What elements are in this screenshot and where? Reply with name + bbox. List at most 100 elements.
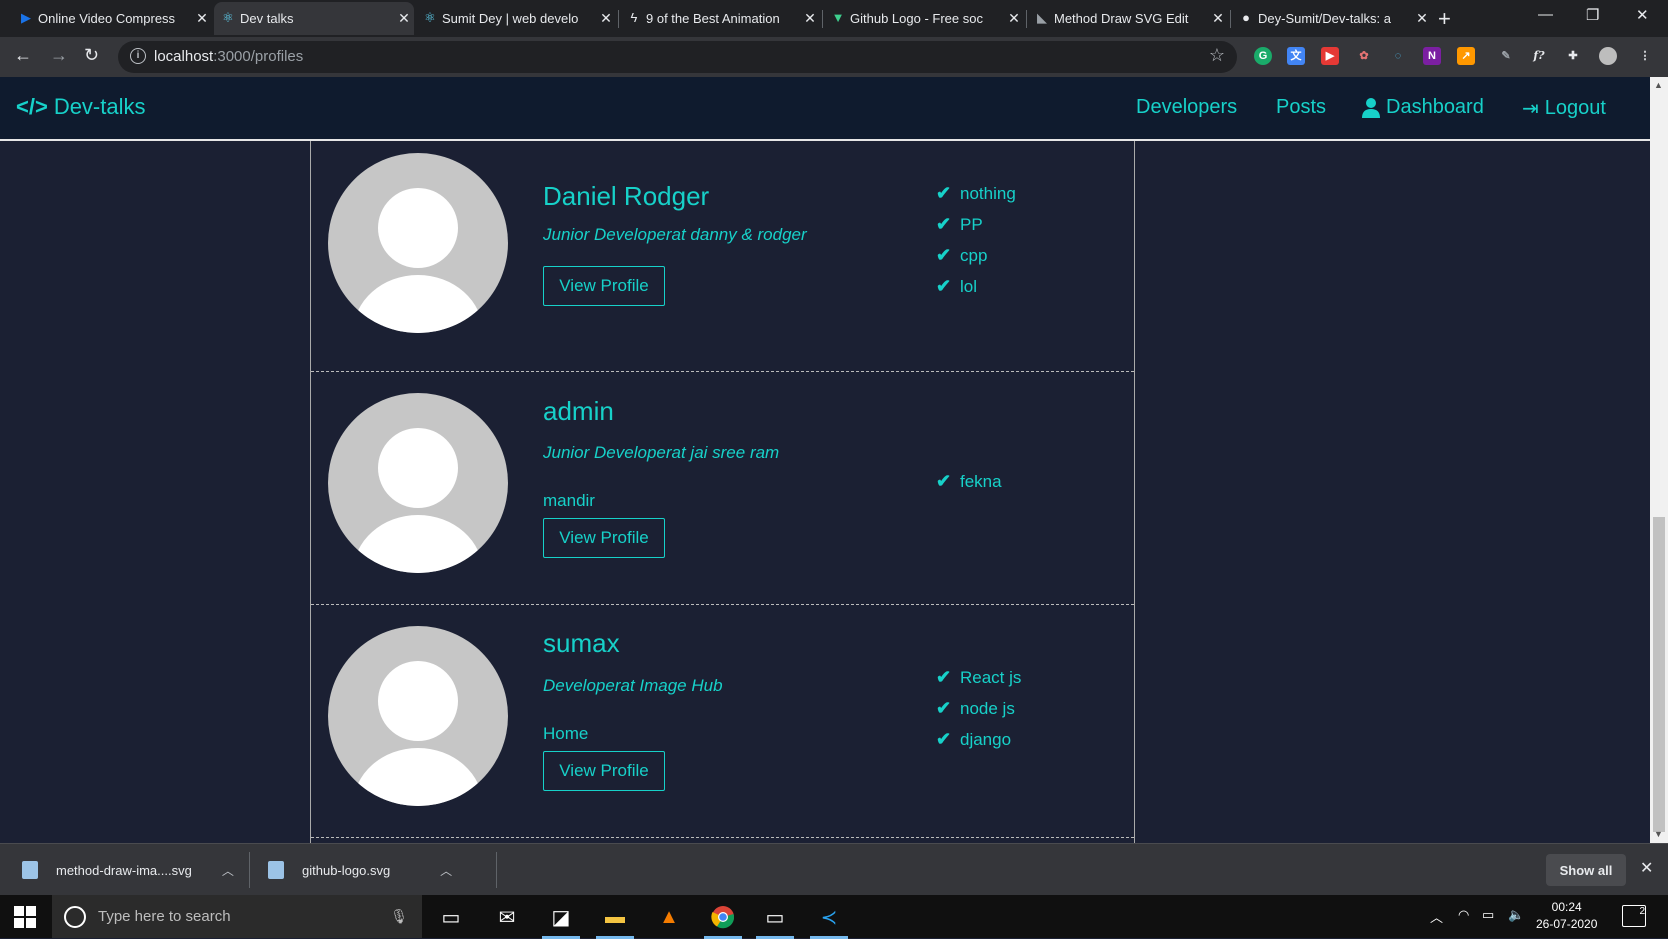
puzzle-extensions-icon[interactable]: ✚ bbox=[1564, 47, 1582, 65]
reload-icon[interactable]: ↻ bbox=[84, 45, 99, 66]
tab-github-logo[interactable]: ▼ Github Logo - Free soc ✕ bbox=[824, 2, 1024, 35]
close-tab-icon[interactable]: ✕ bbox=[1208, 10, 1228, 27]
scroll-down-arrow-icon[interactable]: ▼ bbox=[1654, 829, 1663, 839]
close-tab-icon[interactable]: ✕ bbox=[1004, 10, 1024, 27]
default-user-avatar-icon bbox=[353, 661, 483, 806]
skill-item: ✔ React js bbox=[936, 662, 1021, 693]
scrollbar-thumb[interactable] bbox=[1653, 517, 1665, 832]
nav-logout[interactable]: ⇥ Logout bbox=[1522, 96, 1606, 121]
browser-menu-icon[interactable]: ⋮ bbox=[1636, 47, 1654, 65]
tab-video-compressor[interactable]: ▶ Online Video Compress ✕ bbox=[12, 2, 212, 35]
avatar bbox=[328, 626, 508, 806]
url-host: localhost bbox=[154, 48, 214, 65]
video-extension-icon[interactable]: ▶ bbox=[1321, 47, 1339, 65]
skills-list: ✔ nothing ✔ PP ✔ cpp ✔ lol bbox=[936, 178, 1016, 302]
nav-posts[interactable]: Posts bbox=[1276, 96, 1326, 119]
url-text[interactable]: localhost:3000/profiles bbox=[154, 48, 303, 65]
address-bar[interactable]: i localhost:3000/profiles ☆ bbox=[118, 41, 1237, 73]
download-item[interactable]: github-logo.svg ︿ bbox=[268, 844, 452, 896]
profile-avatar-icon[interactable] bbox=[1599, 47, 1617, 65]
spinner-extension-icon[interactable]: ◌ bbox=[1389, 47, 1407, 65]
clock-date: 26-07-2020 bbox=[1536, 917, 1598, 931]
scroll-up-arrow-icon[interactable]: ▲ bbox=[1654, 80, 1663, 90]
file-explorer-icon[interactable]: ▬ bbox=[592, 901, 638, 939]
tab-method-draw[interactable]: ◣ Method Draw SVG Edit ✕ bbox=[1028, 2, 1228, 35]
close-tab-icon[interactable]: ✕ bbox=[800, 10, 820, 27]
close-tab-icon[interactable]: ✕ bbox=[596, 10, 616, 27]
onenote-extension-icon[interactable]: N bbox=[1423, 47, 1441, 65]
windows-start-icon[interactable] bbox=[14, 906, 36, 928]
terminal-icon[interactable]: ▭ bbox=[752, 901, 798, 939]
function-extension-icon[interactable]: f? bbox=[1530, 47, 1548, 65]
pen-extension-icon[interactable]: ✎ bbox=[1497, 47, 1515, 65]
translate-extension-icon[interactable]: 文 bbox=[1287, 47, 1305, 65]
default-user-avatar-icon bbox=[353, 428, 483, 573]
tray-chevron-icon[interactable]: ︿ bbox=[1430, 907, 1443, 926]
forward-arrow-icon[interactable]: → bbox=[50, 45, 68, 66]
bolt-icon: ϟ bbox=[630, 10, 638, 25]
profile-status: Developerat Image Hub bbox=[543, 676, 723, 695]
skill-label: React js bbox=[960, 667, 1022, 687]
profiles-page: Daniel Rodger Junior Developerat danny &… bbox=[0, 141, 1650, 843]
skill-item: ✔ nothing bbox=[936, 178, 1016, 209]
tab-separator bbox=[1026, 10, 1027, 28]
grammarly-extension-icon[interactable]: G bbox=[1254, 47, 1272, 65]
view-profile-button[interactable]: View Profile bbox=[543, 518, 665, 558]
profiles-list: Daniel Rodger Junior Developerat danny &… bbox=[310, 141, 1135, 843]
search-placeholder: Type here to search bbox=[98, 908, 231, 925]
skill-item: ✔ cpp bbox=[936, 240, 1016, 271]
volume-icon[interactable]: 🔈 bbox=[1508, 907, 1524, 923]
back-arrow-icon[interactable]: ← bbox=[14, 45, 32, 66]
tab-dev-talks[interactable]: ⚛ Dev talks ✕ bbox=[214, 2, 414, 35]
window-close-icon[interactable]: ✕ bbox=[1636, 6, 1649, 24]
close-tab-icon[interactable]: ✕ bbox=[394, 10, 414, 27]
check-icon: ✔ bbox=[936, 276, 952, 296]
battery-icon[interactable]: ▭ bbox=[1482, 907, 1494, 923]
nav-dashboard-label: Dashboard bbox=[1386, 96, 1484, 118]
close-downloads-icon[interactable]: ✕ bbox=[1640, 858, 1653, 878]
nav-dashboard[interactable]: Dashboard bbox=[1362, 96, 1484, 119]
react-icon: ⚛ bbox=[424, 10, 436, 25]
task-view-icon[interactable]: ▭ bbox=[428, 901, 474, 933]
skill-item: ✔ PP bbox=[936, 209, 1016, 240]
tab-best-animation[interactable]: ϟ 9 of the Best Animation ✕ bbox=[620, 2, 820, 35]
notification-center-icon[interactable]: 2 bbox=[1622, 905, 1646, 927]
wifi-icon[interactable]: ◠ bbox=[1458, 907, 1469, 923]
brand-link[interactable]: </> Dev-talks bbox=[16, 94, 146, 120]
taskbar-search[interactable]: Type here to search 🎙 bbox=[52, 895, 422, 938]
download-filename: method-draw-ima....svg bbox=[56, 862, 192, 878]
chart-extension-icon[interactable]: ↗ bbox=[1457, 47, 1475, 65]
mail-icon[interactable]: ✉ bbox=[484, 901, 530, 933]
new-tab-plus-icon[interactable]: + bbox=[1438, 6, 1451, 32]
close-tab-icon[interactable]: ✕ bbox=[1412, 10, 1432, 27]
bookmark-star-icon[interactable]: ☆ bbox=[1209, 45, 1225, 66]
skill-item: ✔ node js bbox=[936, 693, 1021, 724]
ladybug-extension-icon[interactable]: ✿ bbox=[1355, 47, 1373, 65]
tab-sumit-dey[interactable]: ⚛ Sumit Dey | web develo ✕ bbox=[416, 2, 616, 35]
nav-developers[interactable]: Developers bbox=[1136, 96, 1237, 119]
view-profile-button[interactable]: View Profile bbox=[543, 751, 665, 791]
vlc-icon[interactable]: ▲ bbox=[646, 901, 692, 933]
method-draw-icon: ◣ bbox=[1037, 10, 1047, 25]
vector-icon: ▼ bbox=[831, 10, 845, 25]
minimize-icon[interactable]: — bbox=[1538, 6, 1553, 23]
chrome-icon[interactable] bbox=[700, 901, 746, 939]
show-all-button[interactable]: Show all bbox=[1546, 854, 1626, 886]
download-item[interactable]: method-draw-ima....svg ︿ bbox=[22, 844, 234, 896]
page-scrollbar[interactable]: ▲ ▼ bbox=[1650, 77, 1668, 843]
check-icon: ✔ bbox=[936, 698, 952, 718]
chrome-logo-icon bbox=[711, 906, 735, 929]
site-info-icon[interactable]: i bbox=[130, 48, 146, 64]
vscode-icon[interactable]: ≺ bbox=[806, 901, 852, 939]
tab-dev-talks-github[interactable]: ● Dey-Sumit/Dev-talks: a ✕ bbox=[1232, 2, 1432, 35]
chevron-up-icon[interactable]: ︿ bbox=[222, 862, 234, 879]
restore-icon[interactable]: ❐ bbox=[1586, 6, 1599, 24]
url-path: :3000/profiles bbox=[213, 48, 304, 65]
microphone-icon[interactable]: 🎙 bbox=[390, 908, 408, 925]
system-clock[interactable]: 00:24 26-07-2020 bbox=[1536, 899, 1597, 933]
check-icon: ✔ bbox=[936, 667, 952, 687]
close-tab-icon[interactable]: ✕ bbox=[192, 10, 212, 27]
view-profile-button[interactable]: View Profile bbox=[543, 266, 665, 306]
chevron-up-icon[interactable]: ︿ bbox=[440, 862, 452, 879]
sticky-notes-icon[interactable]: ◪ bbox=[538, 901, 584, 939]
